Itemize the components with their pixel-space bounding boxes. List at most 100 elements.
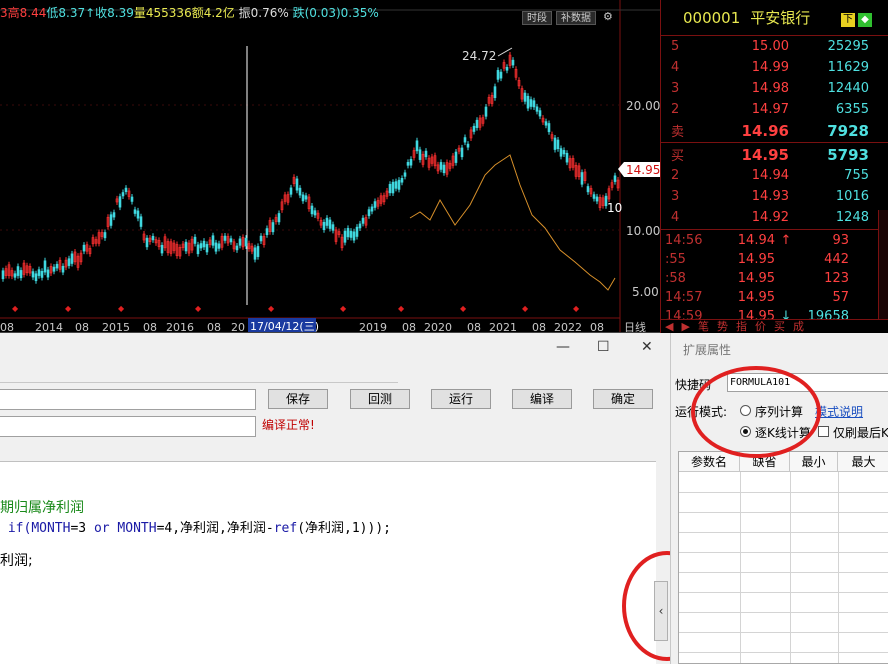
kline-chart-svg: 24.72 20.00 10.00 5.00 14.95 10 ◆ ◆ ◆ ◆ ◆ ◆ ◆ ◆… [0, 0, 660, 333]
event-marker-icon[interactable]: ◆ [398, 304, 405, 313]
compile-button[interactable]: 编译 [512, 389, 572, 409]
tick-time: 14:57 [665, 290, 703, 305]
tick-price: 14.95 [737, 252, 775, 267]
tick-price: 14.94 [737, 233, 775, 248]
tick-row: 14:56 14.94 ↑ 93 [661, 231, 888, 250]
event-marker-icon[interactable]: ◆ [573, 304, 580, 313]
kline-chart[interactable]: 24.72 20.00 10.00 5.00 14.95 10 ◆ ◆ ◆ ◆ ◆ ◆ ◆ ◆… [0, 0, 660, 333]
tab-deal[interactable]: 成 [789, 320, 808, 333]
param-grid-row-line [679, 592, 888, 593]
tick-scrollbar[interactable] [878, 210, 888, 320]
candle-body [370, 206, 374, 212]
event-marker-icon[interactable]: ◆ [268, 304, 275, 313]
candle-body [343, 230, 347, 243]
candle-body [403, 172, 407, 177]
chart-settings-icon[interactable]: ⚙ [603, 10, 615, 24]
candle-body [523, 92, 527, 102]
event-marker-icon[interactable]: ◆ [65, 304, 72, 313]
event-marker-icon[interactable]: ◆ [460, 304, 467, 313]
x-axis-label: 2016 [166, 321, 194, 333]
param-grid-col-line [790, 472, 791, 663]
candle-body [211, 235, 215, 246]
param-table[interactable]: 参数名 缺省 最小 最大 [678, 451, 888, 664]
candle-body [124, 187, 128, 192]
candle-body [82, 244, 86, 252]
candle-body [475, 119, 479, 128]
info-high-prefix: 3 [0, 6, 8, 20]
candle-body [304, 195, 308, 200]
tab-right-arrow-icon[interactable]: ▶ [677, 320, 693, 333]
buy-price: 14.95 [741, 145, 789, 164]
switch-icon[interactable]: ◆ [858, 13, 872, 27]
only-refresh-last-checkbox[interactable] [818, 426, 829, 437]
candle-body [391, 181, 395, 194]
candle-body [214, 242, 218, 252]
candle-body [424, 150, 428, 158]
event-marker-icon[interactable]: ◆ [340, 304, 347, 313]
candle-body [301, 194, 305, 202]
candle-body [253, 247, 257, 260]
candle-body [529, 99, 533, 107]
period-label[interactable]: 日线 [624, 320, 646, 333]
candle-body [271, 222, 275, 233]
param-grid-row-line [679, 532, 888, 533]
tick-row: 14:57 14.95 57 [661, 288, 888, 307]
run-button[interactable]: 运行 [431, 389, 491, 409]
tab-price[interactable]: 价 [751, 320, 770, 333]
event-marker-icon[interactable]: ◆ [522, 304, 529, 313]
param-grid-row-line [679, 572, 888, 573]
y-tick-20: 20.00 [626, 99, 660, 113]
down-button[interactable]: 下 [841, 13, 855, 27]
candle-body [397, 179, 401, 190]
event-marker-icon[interactable]: ◆ [12, 304, 19, 313]
tick-time: :58 [665, 271, 686, 286]
candle-body [331, 224, 335, 231]
x-axis-label: 2019 [359, 321, 387, 333]
tab-index[interactable]: 指 [732, 320, 751, 333]
code-line-output: 利润; [0, 553, 33, 569]
buy-price: 14.93 [751, 189, 789, 204]
save-button[interactable]: 保存 [268, 389, 328, 409]
y-tick-10: 10.00 [626, 224, 660, 238]
period-range-button[interactable]: 时段 [522, 11, 552, 25]
code-editor[interactable]: 期归属净利润 if(MONTH=3 or MONTH=4,净利润,净利润-ref… [0, 461, 656, 664]
candle-body [277, 213, 281, 223]
candle-body [205, 244, 209, 253]
candle-body [526, 95, 530, 109]
maximize-button[interactable]: ☐ [597, 339, 610, 355]
candle-body [67, 258, 71, 266]
event-marker-icon[interactable]: ◆ [118, 304, 125, 313]
tab-trades[interactable]: 笔 [694, 320, 713, 333]
tab-trend[interactable]: 势 [713, 320, 732, 333]
tab-left-arrow-icon[interactable]: ◀ [661, 320, 677, 333]
fill-data-button[interactable]: 补数据 [556, 11, 596, 25]
quote-panel: 000001 平安银行 下 ◆ 5 15.00 25295 4 14.99 11629 3 1… [660, 0, 888, 333]
tick-time: :55 [665, 252, 686, 267]
candle-body [217, 243, 221, 249]
close-button[interactable]: ✕ [641, 339, 653, 355]
backtest-button[interactable]: 回测 [350, 389, 410, 409]
x-axis-label: 2022 [554, 321, 582, 333]
minimize-button[interactable]: — [556, 339, 570, 355]
candle-body [121, 192, 125, 197]
candle-body [202, 240, 206, 248]
sell-price: 14.97 [751, 102, 789, 117]
formula-name-input[interactable] [0, 389, 256, 410]
info-close: ↑收8.39 [85, 6, 134, 20]
buy-level: 4 [671, 210, 680, 225]
x-axis-label: 08 [532, 321, 546, 333]
ok-button[interactable]: 确定 [593, 389, 653, 409]
x-axis-label: 2015 [102, 321, 130, 333]
candle-body [244, 237, 248, 247]
buy-row: 买 14.95 5793 [661, 144, 888, 165]
mode-help-link[interactable]: 模式说明 [815, 403, 863, 420]
candle-body [328, 219, 332, 229]
formula-desc-input[interactable] [0, 416, 256, 437]
x-axis-label: 20 [231, 321, 245, 333]
editor-divider [0, 382, 398, 383]
buy-row: 4 14.92 1248 [661, 207, 888, 228]
tab-buy[interactable]: 买 [770, 320, 789, 333]
candle-body [484, 106, 488, 117]
candle-body [538, 110, 542, 117]
event-marker-icon[interactable]: ◆ [195, 304, 202, 313]
